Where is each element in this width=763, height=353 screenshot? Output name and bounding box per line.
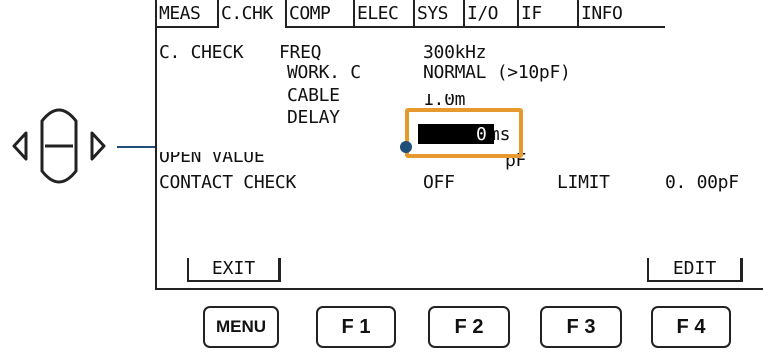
workc-label: WORK. C — [287, 62, 361, 83]
menu-key[interactable]: MENU — [203, 306, 279, 348]
f3-key[interactable]: F 3 — [540, 306, 622, 348]
contact-check-label: CONTACT CHECK — [159, 172, 296, 193]
tab-io[interactable]: I/O — [465, 0, 519, 28]
tab-cchk[interactable]: C.CHK — [219, 0, 287, 28]
contact-check-value[interactable]: OFF — [423, 172, 455, 194]
tab-comp[interactable]: COMP — [287, 0, 355, 28]
tab-elec[interactable]: ELEC — [355, 0, 415, 28]
f1-key[interactable]: F 1 — [316, 306, 396, 348]
tab-bar: MEAS C.CHK COMP ELEC SYS I/O IF INFO — [157, 0, 665, 30]
pointer-dot — [400, 141, 412, 153]
section-title: C. CHECK — [159, 42, 244, 63]
edit-softkey[interactable]: EDIT — [647, 258, 743, 282]
rotary-knob-icon[interactable] — [6, 103, 114, 193]
delay-value-digit: 0 — [476, 123, 487, 145]
f2-key[interactable]: F 2 — [428, 306, 510, 348]
tab-if[interactable]: IF — [519, 0, 579, 28]
tab-info[interactable]: INFO — [579, 0, 665, 28]
tab-sys[interactable]: SYS — [415, 0, 465, 28]
exit-softkey[interactable]: EXIT — [187, 258, 281, 282]
f4-key[interactable]: F 4 — [651, 306, 731, 348]
delay-label: DELAY — [287, 107, 340, 128]
limit-value[interactable]: 0. 00pF — [665, 172, 739, 194]
limit-label: LIMIT — [557, 172, 610, 193]
tab-meas[interactable]: MEAS — [157, 0, 219, 28]
cable-label: CABLE — [287, 85, 340, 106]
freq-label: FREQ — [279, 42, 322, 63]
workc-value[interactable]: NORMAL (>10pF) — [423, 62, 571, 84]
delay-value-field[interactable]: 0 ms 0ms — [418, 123, 511, 145]
freq-value[interactable]: 300kHz — [423, 42, 487, 64]
cable-value[interactable]: 1.0m — [423, 94, 465, 105]
open-value-label: OPEN VALUE — [159, 152, 265, 164]
